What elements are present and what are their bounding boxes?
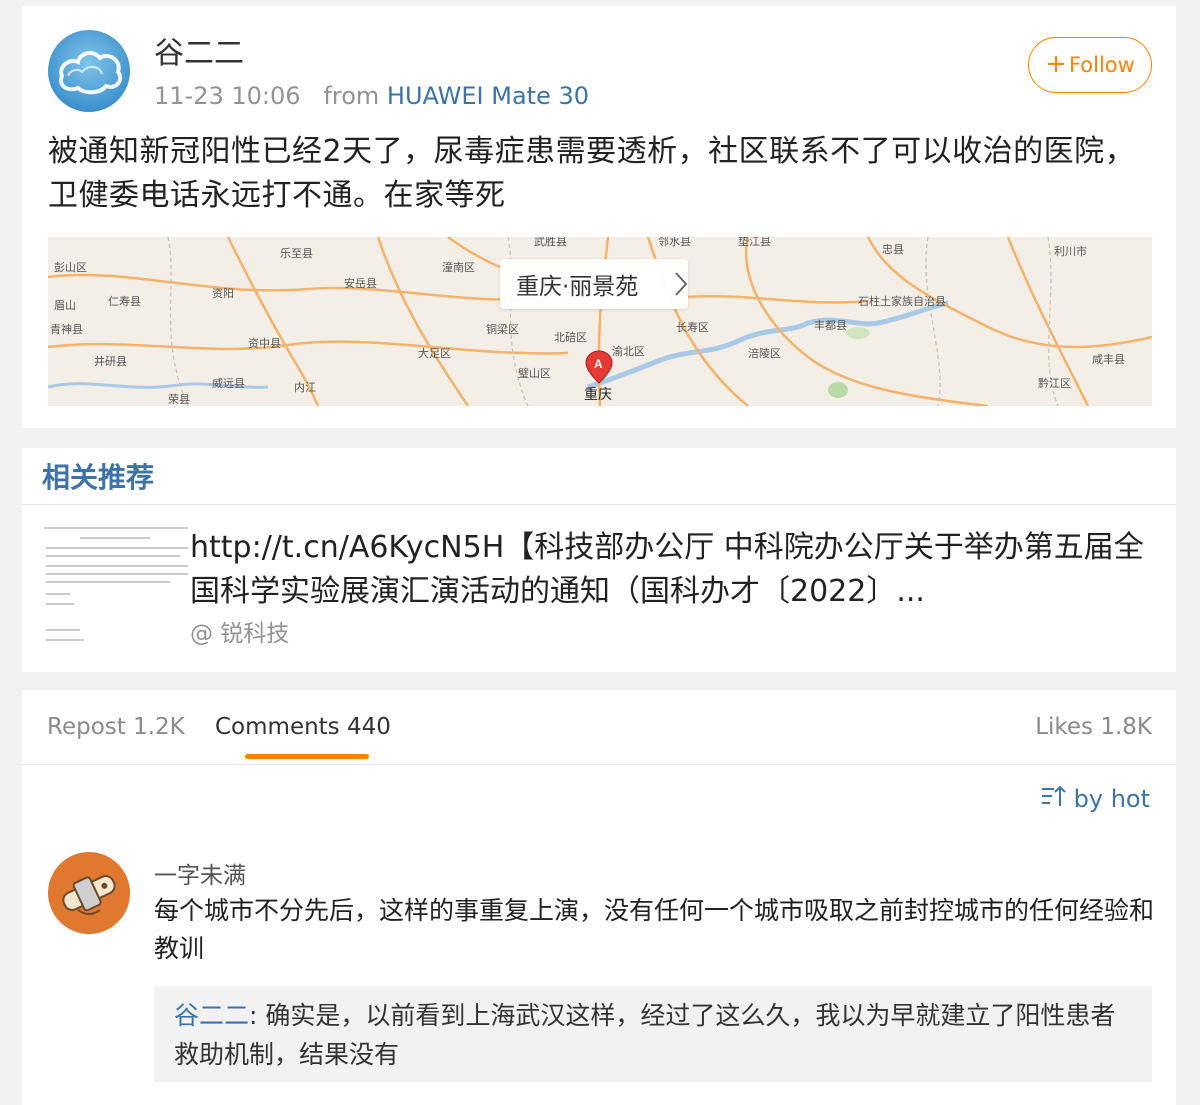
divider [22,504,1176,505]
recommended-source[interactable]: @ 锐科技 [190,614,289,648]
follow-button[interactable]: + Follow [1028,37,1152,93]
map-label: 资阳 [212,287,234,300]
post-username[interactable]: 谷二二 [154,28,244,72]
post-timestamp: 11-23 10:06 [154,82,301,110]
reply-preview[interactable]: 谷二二: 确实是，以前看到上海武汉这样，经过了这么久，我以为早就建立了阳性患者救… [154,986,1152,1082]
map-label: 仁寿县 [108,294,141,308]
map-label: 渝北区 [612,344,645,358]
map-label: 资中县 [248,337,281,350]
map-label: 威远县 [212,377,245,390]
map-label: 垫江县 [738,237,771,248]
post-from-label: from [323,82,380,110]
sort-label: by hot [1073,785,1150,813]
map-label: 石柱土家族自治县 [858,294,946,308]
map-label: 彭山区 [54,260,87,274]
post-device[interactable]: HUAWEI Mate 30 [387,82,589,110]
tab-likes[interactable]: Likes 1.8K [1035,714,1152,740]
map-label-city: 重庆 [584,386,612,402]
map-label: 邻水县 [658,237,691,248]
commenter-avatar[interactable] [48,852,130,934]
tab-comments[interactable]: Comments 440 [215,714,391,740]
follow-label: Follow [1068,53,1135,77]
location-chip[interactable]: 重庆·丽景苑 [500,259,689,309]
reply-text: 确实是，以前看到上海武汉这样，经过了这么久，我以为早就建立了阳性患者救助机制，结… [174,1001,1116,1069]
sort-icon [1040,784,1066,814]
comment-text: 每个城市不分先后，这样的事重复上演，没有任何一个城市吸取之前封控城市的任何经验和… [154,896,1155,963]
location-label: 重庆·丽景苑 [516,274,639,300]
map-label: 武胜县 [534,237,567,248]
map-label: 丰都县 [814,319,847,332]
map-label: 眉山 [54,299,76,312]
svg-text:A: A [594,357,603,371]
post-text: 被通知新冠阳性已经2天了，尿毒症患需要透析，社区联系不了可以收治的医院，卫健委电… [48,134,1136,213]
engagement-tabs: Repost 1.2K Comments 440 Likes 1.8K [22,690,1176,764]
comments-card: Repost 1.2K Comments 440 Likes 1.8K by h… [22,690,1176,1105]
map-label: 安岳县 [344,276,377,290]
post-meta: 11-23 10:06 from HUAWEI Mate 30 [154,82,589,110]
map-label: 长寿区 [676,320,709,334]
map-label: 黔江区 [1038,376,1071,390]
commenter-name[interactable]: 一字未满 [154,856,246,890]
divider [22,764,1176,765]
sort-button[interactable]: by hot [1040,784,1150,814]
map-label: 乐至县 [280,247,313,260]
map-label: 北碚区 [554,330,587,344]
plus-icon: + [1045,49,1067,79]
map-label: 大足区 [418,346,451,360]
map-label: 璧山区 [518,366,551,380]
map-label: 忠县 [882,243,904,256]
map-label: 井研县 [94,354,127,368]
map-label: 铜梁区 [486,322,519,336]
document-thumbnail[interactable] [40,518,192,652]
recommended-title[interactable]: http://t.cn/A6KycN5H【科技部办公厅 中科院办公厅关于举办第五… [190,526,1160,614]
map-label: 荣县 [168,393,190,406]
reply-author[interactable]: 谷二二 [174,1001,249,1030]
post-card: 谷二二 11-23 10:06 from HUAWEI Mate 30 + Fo… [22,6,1176,428]
reply-separator: : [249,1001,266,1030]
recommended-card: 相关推荐 http://t.cn/A6KycN5H【科技部办公厅 中科院办公厅关… [22,448,1176,672]
tab-repost[interactable]: Repost 1.2K [47,714,185,740]
map-label: 咸丰县 [1092,353,1125,366]
recommended-header: 相关推荐 [42,461,155,494]
location-map[interactable]: 彭山区 乐至县 武胜县 邻水县 垫江县 忠县 利川市 潼南区 眉山 仁寿县 资阳… [48,237,1152,406]
map-label: 涪陵区 [748,346,781,360]
map-label: 青神县 [50,322,83,336]
map-label: 利川市 [1054,244,1087,258]
map-label: 内江 [294,380,316,394]
active-tab-indicator [245,754,369,759]
user-avatar[interactable] [48,30,130,112]
map-label: 潼南区 [442,260,475,274]
